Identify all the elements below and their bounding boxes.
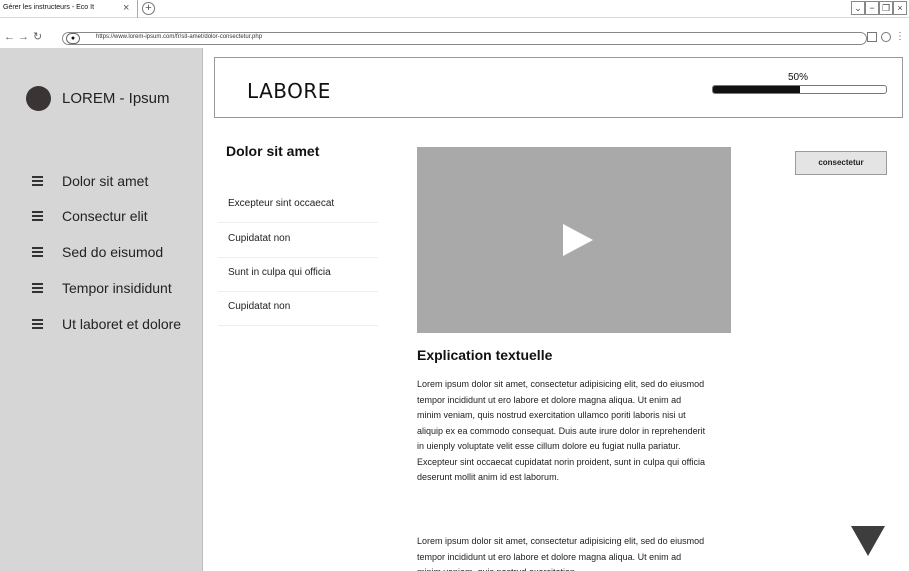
sidebar: LOREM - Ipsum Dolor sit amet Consectur e… xyxy=(0,48,203,571)
lesson-item-label: Cupidatat non xyxy=(228,233,291,244)
explanation-title: Explication textuelle xyxy=(417,347,553,363)
browser-tools: ⋮ xyxy=(867,32,905,42)
page-title: LABORE xyxy=(247,79,331,103)
menu-dots-icon[interactable]: ⋮ xyxy=(895,32,905,42)
list-icon xyxy=(32,247,43,257)
restore-icon[interactable]: ❐ xyxy=(879,1,893,15)
address-bar: ← → ↻ ● https://www.lorem-ipsum.com/fr/s… xyxy=(0,30,909,47)
sidebar-item-consectur-elit[interactable]: Consectur elit xyxy=(32,205,148,227)
lock-icon: ● xyxy=(66,33,80,44)
sidebar-item-label: Dolor sit amet xyxy=(62,173,149,189)
sidebar-item-ut-laboret-et-dolore[interactable]: Ut laboret et dolore xyxy=(32,313,181,335)
lesson-item[interactable]: Excepteur sint occaecat xyxy=(218,188,378,223)
scroll-down-icon[interactable] xyxy=(851,526,885,556)
lesson-item[interactable]: Cupidatat non xyxy=(218,223,378,258)
video-player[interactable] xyxy=(417,147,731,333)
sidebar-item-label: Consectur elit xyxy=(62,208,148,224)
lesson-item-label: Cupidatat non xyxy=(228,301,291,312)
window-dropdown-icon[interactable]: ⌄ xyxy=(851,1,865,15)
sidebar-item-sed-do-eisumod[interactable]: Sed do eisumod xyxy=(32,241,163,263)
profile-icon[interactable] xyxy=(881,32,891,42)
lesson-item-label: Excepteur sint occaecat xyxy=(228,198,335,209)
back-icon[interactable]: ← xyxy=(4,31,15,44)
window-controls: ⌄ − ❐ × xyxy=(851,1,907,15)
lesson-item[interactable]: Sunt in culpa qui officia xyxy=(218,257,378,292)
list-icon xyxy=(32,283,43,293)
consectetur-button[interactable]: consectetur xyxy=(795,151,887,175)
minimize-icon[interactable]: − xyxy=(865,1,879,15)
sidebar-item-label: Ut laboret et dolore xyxy=(62,316,182,332)
course-header: LABORE 50% xyxy=(214,57,903,118)
brand-name: LOREM - Ipsum xyxy=(62,90,170,107)
lesson-item-label: Sunt in culpa qui officia xyxy=(228,267,331,278)
explanation-paragraph: Lorem ipsum dolor sit amet, consectetur … xyxy=(417,536,705,571)
tab-title: Gérer les instructeurs - Eco It xyxy=(3,4,95,11)
url-text: https://www.lorem-ipsum.com/fr/sit-amet/… xyxy=(96,34,263,40)
browser-tab-bar: Gérer les instructeurs - Eco It × + ⌄ − … xyxy=(0,0,909,18)
progress-fill xyxy=(713,86,800,93)
sidebar-item-tempor-insididunt[interactable]: Tempor insididunt xyxy=(32,277,172,299)
list-icon xyxy=(32,211,43,221)
close-window-icon[interactable]: × xyxy=(893,1,907,15)
lesson-list-title: Dolor sit amet xyxy=(226,143,320,159)
list-icon xyxy=(32,176,43,186)
progress-bar xyxy=(712,85,887,94)
play-icon[interactable] xyxy=(563,224,593,256)
sidebar-item-dolor-sit-amet[interactable]: Dolor sit amet xyxy=(32,170,148,192)
new-tab-icon[interactable]: + xyxy=(142,2,155,15)
reload-icon[interactable]: ↻ xyxy=(33,31,42,44)
tab-close-icon[interactable]: × xyxy=(123,1,129,15)
list-icon xyxy=(32,319,43,329)
lesson-item[interactable]: Cupidatat non xyxy=(218,291,378,326)
forward-icon[interactable]: → xyxy=(18,31,29,44)
avatar[interactable] xyxy=(26,86,51,111)
sidebar-item-label: Sed do eisumod xyxy=(62,244,164,260)
sidebar-item-label: Tempor insididunt xyxy=(62,280,172,296)
progress-label: 50% xyxy=(788,72,809,83)
explanation-paragraph: Lorem ipsum dolor sit amet, consectetur … xyxy=(417,379,706,482)
reading-view-icon[interactable] xyxy=(867,32,877,42)
browser-tab[interactable]: Gérer les instructeurs - Eco It × xyxy=(0,0,138,18)
